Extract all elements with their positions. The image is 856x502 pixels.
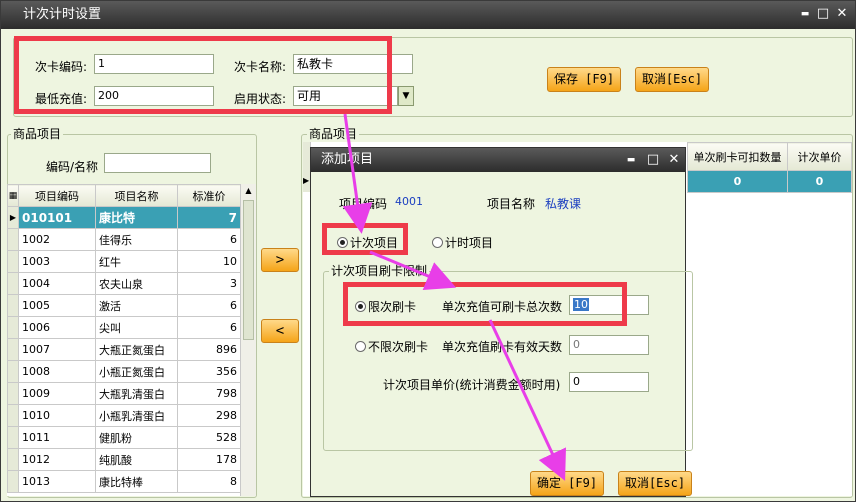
arrow-to-count-item [342, 113, 373, 234]
arrow-to-limit [369, 250, 457, 290]
annotation-arrows [342, 113, 566, 481]
arrow-to-confirm [488, 319, 566, 481]
